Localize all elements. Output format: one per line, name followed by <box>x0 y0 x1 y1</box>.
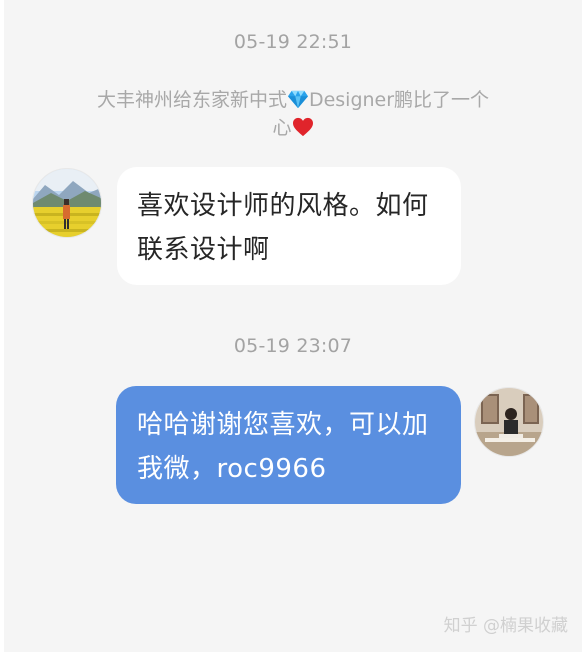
notice-text-end: 心 <box>272 117 292 139</box>
red-heart-icon <box>292 117 313 137</box>
incoming-message-bubble[interactable]: 喜欢设计师的风格。如何 联系设计啊 <box>117 167 461 285</box>
timestamp-second: 05-19 23:07 <box>233 335 353 357</box>
outgoing-message-text: 哈哈谢谢您喜欢，可以加 我微，roc9966 <box>137 410 429 484</box>
outgoing-message-bubble[interactable]: 哈哈谢谢您喜欢，可以加 我微，roc9966 <box>116 386 461 504</box>
heart-notice: 大丰神州给东家新中式 Designer鹏比了一个 心 <box>68 86 518 142</box>
notice-text-start: 大丰神州给东家新中式 <box>96 89 287 111</box>
gem-icon <box>287 90 308 109</box>
sender-avatar-image <box>33 169 101 237</box>
timestamp-first: 05-19 22:51 <box>233 31 353 53</box>
chat-panel: 05-19 22:51 大丰神州给东家新中式 Designer鹏比了一个 心 喜… <box>4 0 582 652</box>
notice-text-middle: Designer鹏比了一个 <box>308 89 490 111</box>
incoming-message-text: 喜欢设计师的风格。如何 联系设计啊 <box>137 191 429 265</box>
watermark-text: 知乎 @楠果收藏 <box>443 616 568 636</box>
own-avatar[interactable] <box>474 387 544 457</box>
own-avatar-image <box>475 388 543 456</box>
chat-screen: 05-19 22:51 大丰神州给东家新中式 Designer鹏比了一个 心 喜… <box>0 0 586 652</box>
sender-avatar[interactable] <box>32 168 102 238</box>
watermark: 知乎 @楠果收藏 <box>444 611 568 636</box>
